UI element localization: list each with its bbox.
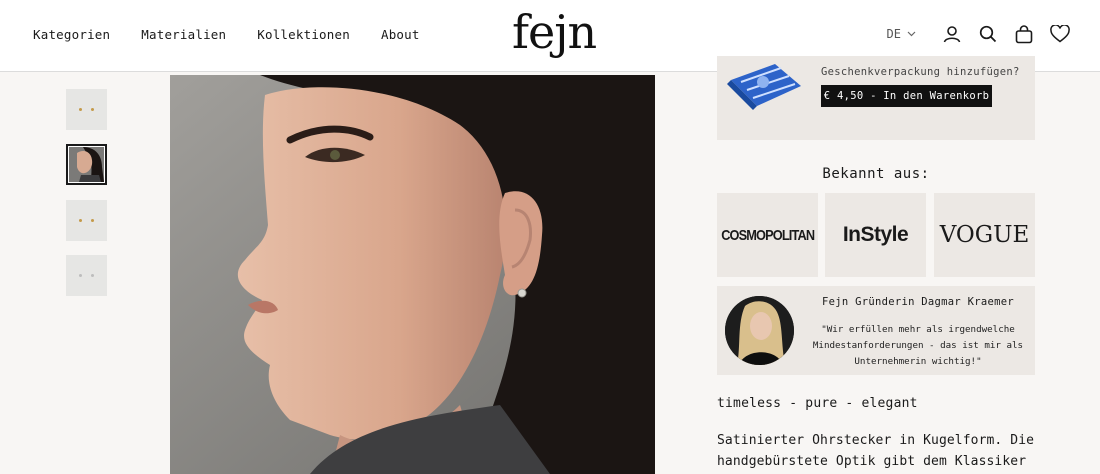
thumbnail-studs-gold[interactable] (66, 89, 107, 130)
vogue-logo: VOGUE (939, 222, 1030, 248)
gift-wrap-box: Geschenkverpackung hinzufügen? € 4,50 - … (717, 56, 1035, 140)
language-selector[interactable]: DE (887, 27, 916, 41)
model-profile-photo (170, 75, 655, 474)
press-logo-cosmopolitan: COSMOPOLITAN (717, 193, 818, 277)
nav-kategorien[interactable]: Kategorien (33, 27, 110, 42)
gift-wrap-image (727, 64, 801, 110)
nav-about[interactable]: About (381, 27, 420, 42)
product-tagline: timeless - pure - elegant (717, 396, 918, 411)
known-from-title: Bekannt aus: (822, 166, 930, 182)
chevron-down-icon (907, 31, 916, 37)
language-label: DE (886, 27, 901, 41)
earring-stud-icon (79, 274, 82, 277)
add-gift-wrap-button[interactable]: € 4,50 - In den Warenkorb (821, 85, 992, 107)
product-description: Satinierter Ohrstecker in Kugelform. Die… (717, 433, 1035, 469)
model-thumbnail-image (69, 147, 104, 182)
nav-materialien[interactable]: Materialien (141, 27, 226, 42)
cosmopolitan-logo: COSMOPOLITAN (721, 226, 815, 244)
user-icon[interactable] (942, 22, 962, 46)
press-logo-vogue: VOGUE (934, 193, 1035, 277)
founder-portrait (725, 296, 794, 365)
earring-stud-icon (79, 108, 82, 111)
founder-box: Fejn Gründerin Dagmar Kraemer "Wir erfül… (717, 286, 1035, 375)
earring-stud-icon (91, 274, 94, 277)
instyle-logo: InStyle (842, 223, 909, 246)
heart-icon[interactable] (1050, 22, 1070, 46)
bag-icon[interactable] (1014, 22, 1034, 46)
main-nav: Kategorien Materialien Kollektionen Abou… (33, 27, 420, 42)
search-icon[interactable] (978, 22, 998, 46)
header-actions: DE (887, 22, 1070, 46)
press-logo-instyle: InStyle (825, 193, 926, 277)
thumbnail-studs-silver[interactable] (66, 255, 107, 296)
thumbnail-model-profile[interactable] (66, 144, 107, 185)
gift-wrap-text: Geschenkverpackung hinzufügen? (821, 66, 1020, 78)
founder-name: Fejn Gründerin Dagmar Kraemer (821, 296, 1015, 308)
founder-avatar (725, 296, 794, 365)
earring-stud-icon (91, 219, 94, 222)
earring-stud-icon (79, 219, 82, 222)
nav-kollektionen[interactable]: Kollektionen (257, 27, 350, 42)
thumbnail-studs-gold-2[interactable] (66, 200, 107, 241)
brand-logo[interactable]: fejn (512, 6, 597, 58)
earring-stud-icon (91, 108, 94, 111)
founder-quote: "Wir erfüllen mehr als irgendwelche Mind… (812, 324, 1024, 367)
main-product-image[interactable] (170, 75, 655, 474)
